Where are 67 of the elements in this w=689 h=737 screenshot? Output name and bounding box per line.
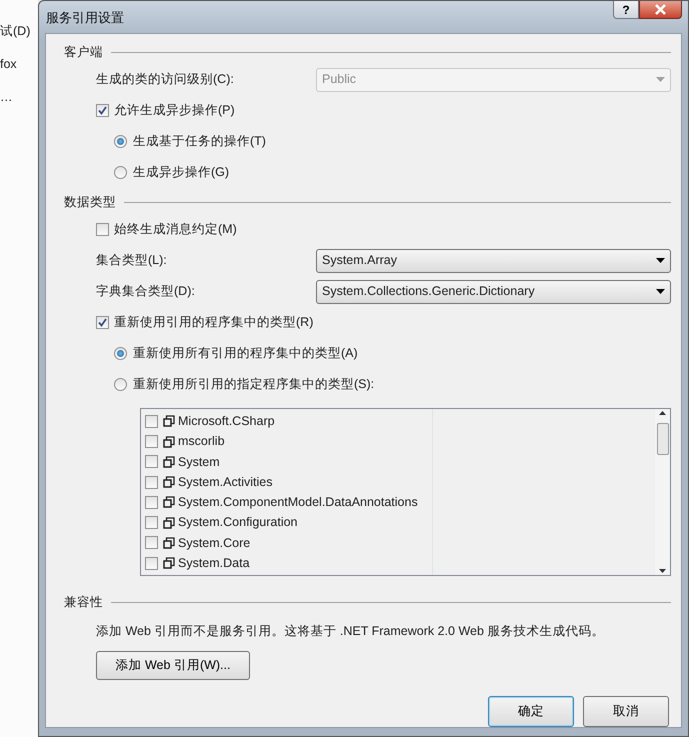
caret-icon — [656, 258, 665, 264]
section-heading: 客户端 — [64, 44, 103, 61]
caret-icon — [656, 77, 665, 82]
dropdown[interactable]: System.Array — [316, 248, 671, 273]
checkbox[interactable] — [145, 516, 158, 530]
add-web-reference-button[interactable]: 添加 Web 引用(W)... — [96, 651, 250, 680]
dropdown-value: System.Array — [322, 252, 398, 270]
checkbox[interactable] — [145, 435, 158, 448]
background-text: 试(D) — [0, 23, 32, 40]
checkbox[interactable] — [96, 223, 109, 236]
radio-label: 重新使用所有引用的程序集中的类型(A) — [133, 345, 358, 362]
checkbox[interactable] — [145, 455, 158, 468]
assembly-name: System — [178, 454, 220, 471]
checkbox-label: 允许生成异步操作(P) — [114, 102, 235, 120]
assembly-name: System.Core — [178, 534, 250, 552]
field-label: 集合类型(L): — [96, 252, 168, 270]
section-heading: 数据类型 — [64, 194, 116, 211]
background-text: … — [0, 88, 14, 106]
close-button[interactable] — [639, 1, 682, 19]
field-label: 字典集合类型(D): — [96, 283, 196, 300]
radio-button[interactable] — [114, 347, 127, 360]
radio-button[interactable] — [114, 378, 127, 392]
scrollbar[interactable] — [654, 409, 670, 576]
dropdown-value: System.Collections.Generic.Dictionary — [322, 283, 535, 300]
radio-label: 生成基于任务的操作(T) — [133, 133, 266, 150]
assembly-icon — [163, 476, 175, 488]
checkbox-label: 重新使用引用的程序集中的类型(R) — [114, 314, 314, 332]
scroll-up-icon[interactable] — [659, 411, 666, 416]
assembly-name: System.Configuration — [178, 514, 298, 532]
cancel-button[interactable]: 取消 — [583, 696, 669, 727]
ok-button[interactable]: 确定 — [488, 696, 574, 727]
assembly-icon — [163, 436, 175, 448]
scroll-down-icon[interactable] — [659, 569, 666, 574]
checkbox[interactable] — [145, 476, 158, 489]
checkbox[interactable] — [145, 496, 158, 509]
checkbox[interactable] — [96, 316, 109, 330]
checkbox[interactable] — [145, 414, 158, 428]
window-title: 服务引用设置 — [45, 9, 124, 27]
dropdown-value: Public — [322, 71, 356, 88]
assembly-name: System.ComponentModel.DataAnnotations — [178, 494, 418, 511]
scroll-thumb[interactable] — [656, 423, 668, 456]
dropdown[interactable]: System.Collections.Generic.Dictionary — [316, 280, 671, 304]
help-button[interactable]: ? — [613, 1, 639, 19]
assembly-name: System.Activities — [178, 474, 272, 491]
assembly-icon — [163, 456, 175, 468]
checkbox-label: 始终生成消息约定(M) — [114, 221, 237, 238]
radio-label: 重新使用所引用的指定程序集中的类型(S): — [133, 376, 374, 394]
checkbox[interactable] — [96, 104, 109, 118]
radio-button[interactable] — [114, 135, 127, 148]
background-text: fox — [0, 56, 18, 73]
assembly-name: mscorlib — [178, 433, 225, 450]
checkbox[interactable] — [145, 556, 158, 570]
assembly-icon — [163, 536, 175, 549]
assembly-icon — [163, 557, 175, 570]
description-text: 添加 Web 引用而不是服务引用。这将基于 .NET Framework 2.0 Web 服务技术生成代码。 — [95, 623, 606, 640]
assembly-icon — [163, 516, 175, 529]
field-label: 生成的类的访问级别(C): — [96, 71, 235, 88]
assembly-name: System.Data — [178, 554, 250, 572]
caret-icon — [656, 289, 665, 294]
assembly-icon — [163, 415, 175, 428]
section-heading: 兼容性 — [64, 594, 103, 611]
checkbox[interactable] — [145, 536, 158, 550]
assembly-icon — [163, 496, 175, 508]
assembly-name: Microsoft.CSharp — [178, 413, 275, 430]
close-icon — [654, 4, 667, 15]
radio-button[interactable] — [114, 166, 127, 180]
radio-label: 生成异步操作(G) — [133, 164, 230, 182]
